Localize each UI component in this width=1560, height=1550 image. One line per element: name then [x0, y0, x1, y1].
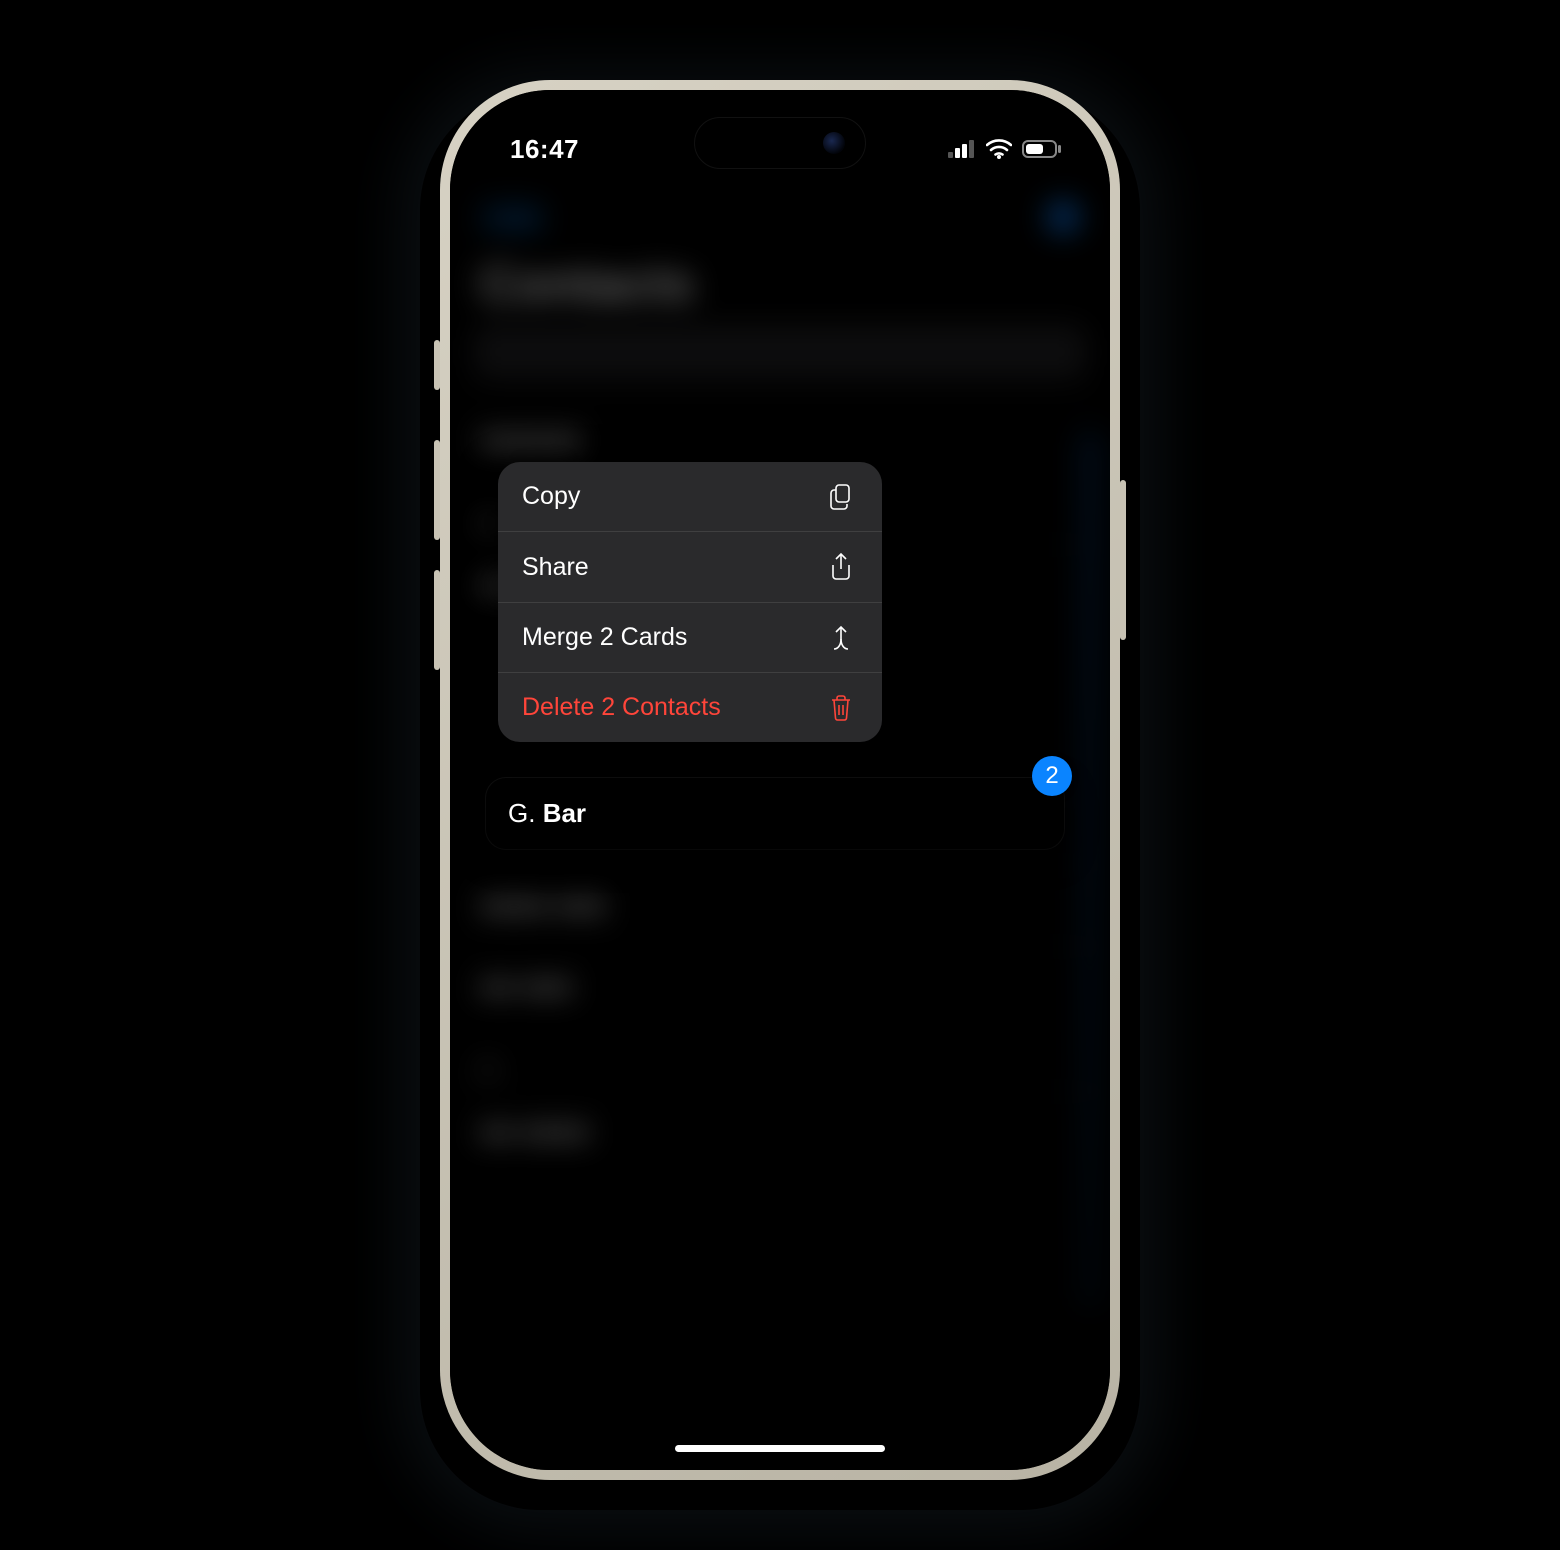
- context-menu: Copy Share: [498, 462, 882, 742]
- menu-label: Share: [522, 553, 589, 582]
- silence-switch: [434, 340, 440, 390]
- copy-icon: [826, 483, 856, 511]
- menu-label: Merge 2 Cards: [522, 623, 687, 652]
- contact-preview[interactable]: 2 G. Bar: [486, 778, 1064, 849]
- menu-item-delete[interactable]: Delete 2 Contacts: [498, 673, 882, 742]
- menu-item-merge[interactable]: Merge 2 Cards: [498, 603, 882, 673]
- menu-label: Delete 2 Contacts: [522, 693, 721, 722]
- contact-last: Bar: [543, 798, 586, 828]
- battery-icon: [1022, 140, 1062, 158]
- trash-icon: [826, 694, 856, 722]
- screen: Lists Contacts ■■■■■■ B ■■■■ ■■■ ■■■■ ■■…: [450, 90, 1110, 1470]
- menu-item-copy[interactable]: Copy: [498, 462, 882, 532]
- merge-icon: [826, 624, 856, 652]
- volume-down-button: [434, 570, 440, 670]
- power-button: [1120, 480, 1126, 640]
- contact-first: G.: [508, 798, 535, 828]
- home-indicator[interactable]: [675, 1445, 885, 1452]
- share-icon: [826, 552, 856, 582]
- dynamic-island: [695, 118, 865, 168]
- phone-frame: Lists Contacts ■■■■■■ B ■■■■ ■■■ ■■■■ ■■…: [440, 80, 1120, 1480]
- menu-item-share[interactable]: Share: [498, 532, 882, 603]
- menu-label: Copy: [522, 482, 580, 511]
- status-time: 16:47: [510, 134, 579, 165]
- cellular-icon: [948, 140, 976, 158]
- selection-count-badge: 2: [1032, 756, 1072, 796]
- volume-up-button: [434, 440, 440, 540]
- wifi-icon: [986, 139, 1012, 159]
